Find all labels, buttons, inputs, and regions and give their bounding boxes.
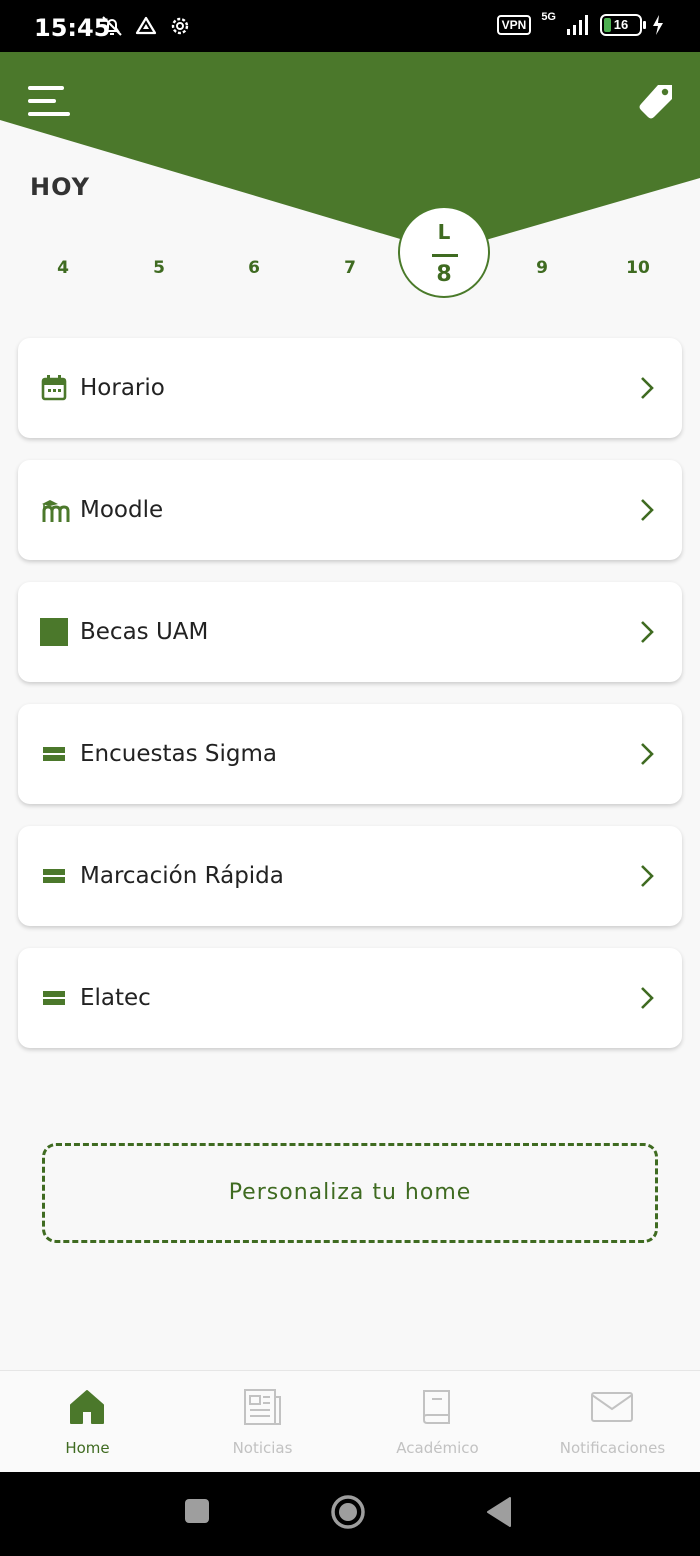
nav-label: Notificaciones <box>559 1439 666 1457</box>
bars-icon <box>43 869 65 883</box>
card-label: Encuestas Sigma <box>80 741 277 767</box>
status-icons-left <box>100 14 192 38</box>
day-item[interactable]: 5 <box>139 258 179 278</box>
menu-icon[interactable] <box>28 86 72 120</box>
moodle-icon <box>42 500 70 522</box>
nav-label: Noticias <box>232 1439 293 1457</box>
tag-icon[interactable] <box>636 82 676 122</box>
card-label: Moodle <box>80 497 164 523</box>
day-item[interactable]: 10 <box>618 258 658 278</box>
bars-icon <box>43 991 65 1005</box>
selected-day[interactable]: L 8 <box>398 206 490 298</box>
back-icon[interactable] <box>486 1496 512 1528</box>
card-encuestas-sigma[interactable]: Encuestas Sigma <box>18 704 682 804</box>
battery-icon: 16 <box>600 14 646 36</box>
status-bar: 15:45 VPN 5G 16 <box>0 0 700 52</box>
nav-academico[interactable]: Académico <box>350 1371 525 1473</box>
charging-icon <box>653 15 663 35</box>
drive-icon <box>135 16 157 35</box>
newspaper-icon <box>244 1389 281 1425</box>
signal-icon <box>567 15 588 35</box>
card-label: Horario <box>80 375 165 401</box>
nav-label: Académico <box>396 1439 479 1457</box>
nav-label: Home <box>65 1439 110 1457</box>
card-becas-uam[interactable]: Becas UAM <box>18 582 682 682</box>
settings-icon <box>171 17 189 35</box>
day-item[interactable]: 4 <box>43 258 83 278</box>
nav-noticias[interactable]: Noticias <box>175 1371 350 1473</box>
recents-icon[interactable] <box>184 1498 210 1524</box>
card-label: Becas UAM <box>80 619 209 645</box>
status-time: 15:45 <box>34 14 111 42</box>
nav-notificaciones[interactable]: Notificaciones <box>525 1371 700 1473</box>
chevron-right-icon <box>641 987 654 1009</box>
card-moodle[interactable]: Moodle <box>18 460 682 560</box>
book-icon <box>423 1390 450 1424</box>
calendar-icon <box>41 375 67 401</box>
vpn-badge: VPN <box>496 15 532 35</box>
square-icon <box>40 618 68 646</box>
selected-day-divider <box>432 254 458 257</box>
bottom-navigation: Home Noticias Académico Notificaciones <box>0 1370 700 1472</box>
card-marcacion-rapida[interactable]: Marcación Rápida <box>18 826 682 926</box>
chevron-right-icon <box>641 743 654 765</box>
network-type: 5G <box>541 11 556 23</box>
system-navigation-bar <box>0 1472 700 1556</box>
bars-icon <box>43 747 65 761</box>
day-item[interactable]: 6 <box>234 258 274 278</box>
home-circle-icon[interactable] <box>330 1494 366 1530</box>
nav-home[interactable]: Home <box>0 1371 175 1473</box>
chevron-right-icon <box>641 499 654 521</box>
day-item[interactable]: 7 <box>330 258 370 278</box>
card-label: Elatec <box>80 985 151 1011</box>
mail-icon <box>591 1392 633 1422</box>
card-elatec[interactable]: Elatec <box>18 948 682 1048</box>
card-label: Marcación Rápida <box>80 863 284 889</box>
header-background <box>0 52 700 252</box>
card-horario[interactable]: Horario <box>18 338 682 438</box>
customize-home-button[interactable]: Personaliza tu home <box>42 1143 658 1243</box>
date-strip: 4 5 6 7 9 10 <box>0 250 700 290</box>
battery-level: 16 <box>613 17 629 32</box>
chevron-right-icon <box>641 377 654 399</box>
app-screen: 15:45 VPN 5G 16 HOY 4 5 6 7 9 10 L 8 Hor… <box>0 0 700 1556</box>
bell-off-icon <box>102 16 122 36</box>
chevron-right-icon <box>641 865 654 887</box>
selected-day-number: 8 <box>436 262 452 287</box>
today-label: HOY <box>30 173 91 201</box>
chevron-right-icon <box>641 621 654 643</box>
selected-day-weekday: L <box>437 220 451 244</box>
day-item[interactable]: 9 <box>522 258 562 278</box>
home-icon <box>70 1390 104 1424</box>
status-icons-right: VPN 5G 16 <box>496 11 664 36</box>
